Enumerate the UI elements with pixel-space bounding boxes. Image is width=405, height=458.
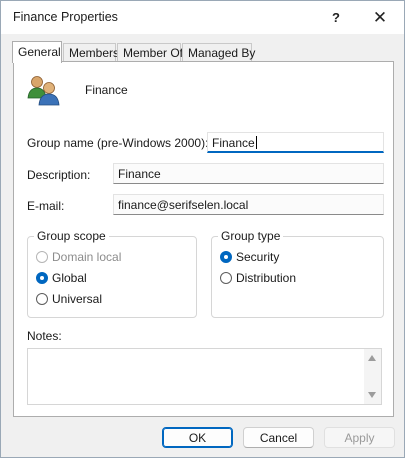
radio-domain-local[interactable] (36, 251, 48, 263)
type-distribution-label: Distribution (236, 271, 297, 285)
notes-scrollbar[interactable] (364, 349, 381, 404)
general-tab-panel: Finance Group name (pre-Windows 2000): F… (13, 61, 394, 417)
scope-domain-local-option[interactable]: Domain local (36, 250, 121, 264)
email-label: E-mail: (27, 199, 65, 213)
text-caret (255, 136, 257, 149)
apply-button[interactable]: Apply (324, 427, 395, 448)
group-name-pre2000-value: Finance (212, 136, 255, 150)
type-security-option[interactable]: Security (220, 250, 279, 264)
group-name-pre2000-label: Group name (pre-Windows 2000): (27, 136, 209, 150)
tab-members[interactable]: Members (63, 43, 119, 62)
scope-global-label: Global (52, 271, 87, 285)
radio-global[interactable] (36, 272, 48, 284)
title-bar: Finance Properties ? ✕ (1, 1, 404, 34)
group-scope-title: Group scope (34, 229, 109, 243)
description-label: Description: (27, 168, 91, 182)
description-field[interactable]: Finance (113, 163, 384, 184)
radio-distribution[interactable] (220, 272, 232, 284)
group-type-title: Group type (218, 229, 284, 243)
scope-domain-local-label: Domain local (52, 250, 122, 264)
cancel-button[interactable]: Cancel (243, 427, 314, 448)
ok-button[interactable]: OK (162, 427, 233, 448)
help-button[interactable]: ? (315, 1, 357, 34)
radio-security[interactable] (220, 251, 232, 263)
radio-universal[interactable] (36, 293, 48, 305)
notes-textarea[interactable] (27, 348, 382, 405)
scope-universal-option[interactable]: Universal (36, 292, 102, 306)
group-name-pre2000-field[interactable]: Finance (207, 132, 384, 153)
scroll-down-arrow-icon[interactable] (368, 392, 376, 398)
group-name-display: Finance (85, 83, 128, 97)
group-scope-box: Group scope Domain local Global Universa… (27, 229, 197, 318)
properties-dialog: Finance Properties ? ✕ General Members M… (0, 0, 405, 458)
tab-member-of[interactable]: Member Of (117, 43, 183, 62)
group-type-box: Group type Security Distribution (211, 229, 384, 318)
email-field[interactable]: finance@serifselen.local (113, 194, 384, 215)
type-security-label: Security (236, 250, 280, 264)
scope-universal-label: Universal (52, 292, 103, 306)
close-button[interactable]: ✕ (359, 1, 401, 34)
scroll-up-arrow-icon[interactable] (368, 355, 376, 361)
tab-managed-by[interactable]: Managed By (182, 43, 255, 62)
window-title: Finance Properties (13, 10, 118, 24)
group-icon (27, 76, 60, 106)
tab-general[interactable]: General (12, 41, 62, 63)
type-distribution-option[interactable]: Distribution (220, 271, 296, 285)
scope-global-option[interactable]: Global (36, 271, 87, 285)
notes-label: Notes: (27, 329, 62, 343)
